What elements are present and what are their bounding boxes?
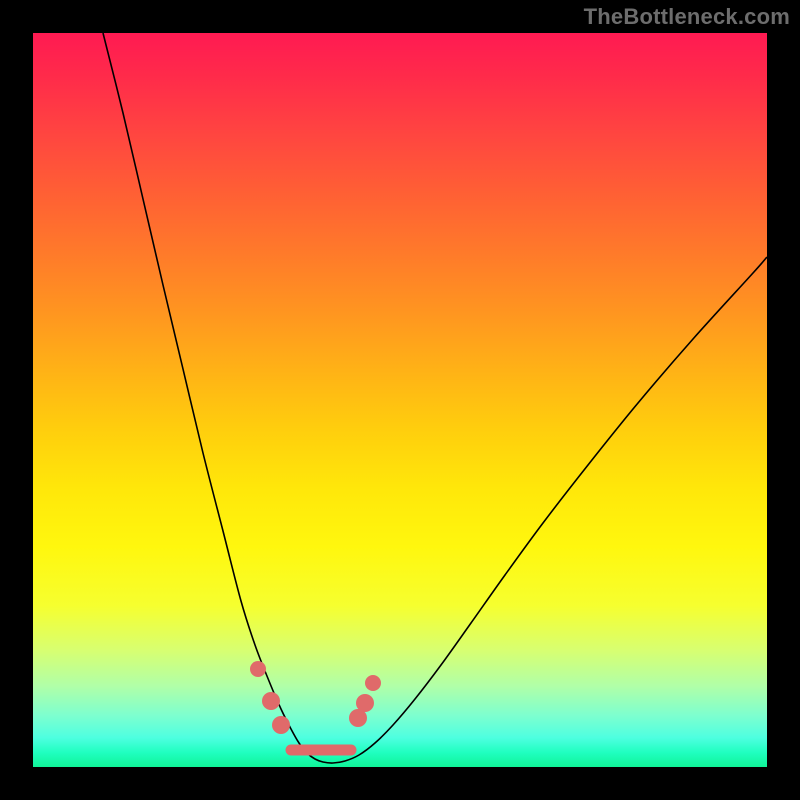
curve-marker [365, 675, 381, 691]
curve-markers [250, 661, 381, 750]
plot-area [33, 33, 767, 767]
chart-svg [33, 33, 767, 767]
curve-marker [262, 692, 280, 710]
watermark-text: TheBottleneck.com [584, 4, 790, 30]
outer-frame: TheBottleneck.com [0, 0, 800, 800]
curve-marker [250, 661, 266, 677]
curve-marker [272, 716, 290, 734]
curve-marker [356, 694, 374, 712]
bottleneck-curve [103, 33, 767, 763]
